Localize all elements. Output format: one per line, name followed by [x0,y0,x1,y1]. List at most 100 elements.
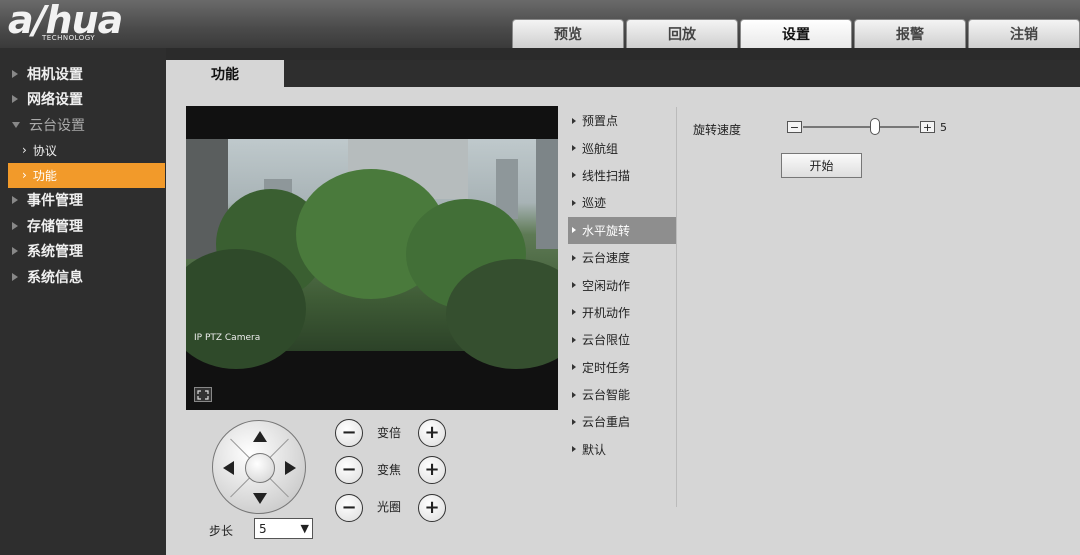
sidebar-item-info[interactable]: 系统信息 [0,264,166,290]
function-item-preset[interactable]: 预置点 [568,107,676,134]
function-item-ptz-smart[interactable]: 云台智能 [568,381,676,408]
focus-minus-button[interactable]: − [335,456,363,484]
tab-preview[interactable]: 预览 [512,19,624,48]
start-button[interactable]: 开始 [781,153,862,178]
sidebar-item-storage[interactable]: 存储管理 [0,213,166,239]
function-item-label: 云台重启 [582,415,631,430]
pan-speed-value: 5 [940,121,947,134]
focus-label: 变焦 [376,463,401,477]
triangle-right-icon [12,272,18,281]
function-list: 预置点 巡航组 线性扫描 巡迹 水平旋转 云台速度 空闲动作 开机动作 云台限位… [568,107,676,463]
tab-alarm[interactable]: 报警 [854,19,966,48]
chevron-right-icon: › [22,143,27,157]
sidebar-item-system[interactable]: 系统管理 [0,239,166,265]
triangle-right-icon [12,221,18,230]
function-item-pan[interactable]: 水平旋转 [568,216,676,244]
triangle-right-icon [572,336,576,343]
triangle-right-icon [12,95,18,104]
iris-minus-button[interactable]: − [335,494,363,522]
triangle-right-icon [572,309,576,316]
tab-settings[interactable]: 设置 [740,19,852,48]
sidebar-item-label: 协议 [32,143,57,158]
sidebar-subitem-protocol[interactable]: › 协议 [0,138,166,163]
function-item-label: 开机动作 [582,305,631,320]
function-item-label: 预置点 [582,114,619,129]
function-item-time-task[interactable]: 定时任务 [568,354,676,381]
triangle-right-icon [572,391,576,398]
sidebar: 相机设置 网络设置 云台设置 › 协议 › 功能 事件管理 存储管理 系统管理 系统… [0,48,166,555]
tab-playback[interactable]: 回放 [626,19,738,48]
sidebar-item-label: 云台设置 [29,117,85,134]
slider-track[interactable] [803,126,919,128]
fullscreen-button[interactable] [194,387,212,402]
function-item-label: 云台限位 [582,333,631,348]
triangle-right-icon [572,446,576,453]
function-item-ptz-limit[interactable]: 云台限位 [568,326,676,353]
sidebar-item-ptz[interactable]: 云台设置 [0,112,166,138]
sidebar-item-camera[interactable]: 相机设置 [0,61,166,87]
triangle-right-icon [572,172,576,179]
triangle-down-icon [12,121,20,128]
main-nav: 预览 回放 设置 报警 注销 [512,19,1080,48]
triangle-right-icon [572,418,576,425]
function-item-label: 定时任务 [582,360,631,375]
function-item-label: 空闲动作 [582,278,631,293]
function-item-scan[interactable]: 线性扫描 [568,162,676,189]
sidebar-item-label: 系统信息 [27,269,83,286]
zoom-in-button[interactable]: + [418,419,446,447]
function-item-ptz-restart[interactable]: 云台重启 [568,408,676,435]
content-area: 功能 IP PTZ Camera − 变倍 + − 变焦 + − 光圈 + 步长… [166,60,1080,555]
triangle-right-icon [572,282,576,289]
function-item-ptz-speed[interactable]: 云台速度 [568,244,676,271]
dpad-center-button[interactable] [245,453,275,483]
sidebar-item-label: 事件管理 [27,193,83,210]
triangle-right-icon [572,199,576,206]
dahua-logo: a/hua TECHNOLOGY [8,0,148,44]
pan-down-icon[interactable] [253,493,267,504]
page-title: 功能 [166,60,284,87]
function-item-idle-motion[interactable]: 空闲动作 [568,271,676,298]
sidebar-subitem-function[interactable]: › 功能 [8,162,165,188]
fullscreen-icon [197,389,209,400]
top-header: a/hua TECHNOLOGY 预览 回放 设置 报警 注销 [0,0,1080,48]
camera-scene [186,139,558,369]
logo-subtitle: TECHNOLOGY [42,34,96,42]
triangle-right-icon [12,69,18,78]
function-item-label: 水平旋转 [582,223,631,238]
step-select[interactable]: 5 ▼ [254,518,313,539]
zoom-out-button[interactable]: − [335,419,363,447]
pan-right-icon[interactable] [285,461,296,475]
function-item-tour[interactable]: 巡航组 [568,134,676,161]
function-item-power-up[interactable]: 开机动作 [568,299,676,326]
triangle-right-icon [12,247,18,256]
triangle-right-icon [572,145,576,152]
ptz-direction-pad [212,420,306,514]
slider-minus-button[interactable]: − [787,121,802,133]
sidebar-item-network[interactable]: 网络设置 [0,87,166,113]
triangle-right-icon [572,364,576,371]
pan-speed-slider[interactable]: − + [787,118,947,136]
tab-logout[interactable]: 注销 [968,19,1080,48]
triangle-right-icon [12,196,18,205]
iris-plus-button[interactable]: + [418,494,446,522]
function-item-label: 默认 [582,442,607,457]
sidebar-item-event[interactable]: 事件管理 [0,188,166,214]
chevron-down-icon: ▼ [300,522,309,535]
chevron-right-icon: › [22,168,27,182]
sidebar-item-label: 存储管理 [27,218,83,235]
video-watermark: IP PTZ Camera [194,333,261,343]
pan-up-icon[interactable] [253,431,267,442]
slider-thumb[interactable] [869,118,880,135]
function-item-label: 线性扫描 [582,168,631,183]
function-item-label: 云台速度 [582,251,631,266]
scene-building [536,139,558,249]
pan-speed-label: 旋转速度 [693,123,742,137]
function-item-default[interactable]: 默认 [568,436,676,463]
sidebar-item-label: 相机设置 [27,66,83,83]
step-label: 步长 [209,524,234,538]
function-item-pattern[interactable]: 巡迹 [568,189,676,216]
slider-plus-button[interactable]: + [920,121,935,133]
triangle-right-icon [572,117,576,124]
focus-plus-button[interactable]: + [418,456,446,484]
pan-left-icon[interactable] [223,461,234,475]
